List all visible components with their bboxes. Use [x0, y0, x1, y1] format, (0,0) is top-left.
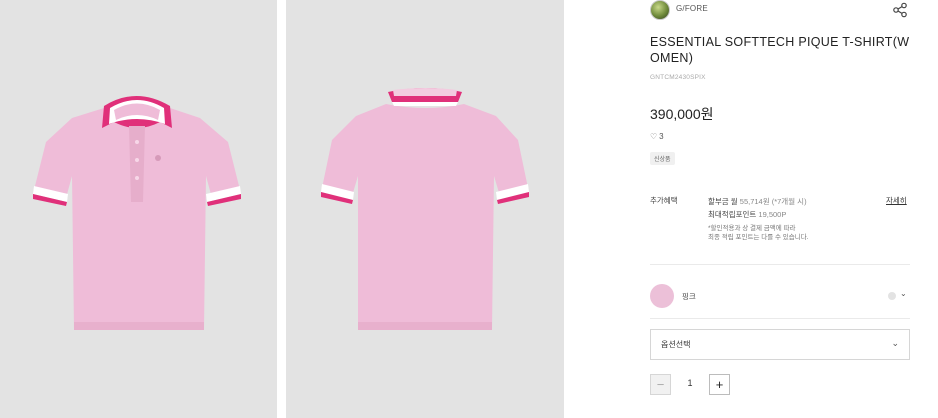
quantity-decrease-button[interactable]: − — [650, 374, 671, 395]
divider — [650, 318, 910, 319]
color-name: 핑크 — [682, 292, 696, 301]
product-code: GNTCM2430SPIX — [650, 74, 706, 81]
divider — [650, 264, 910, 265]
quantity-value: 1 — [687, 378, 693, 388]
product-price: 390,000원 — [650, 106, 714, 122]
option-select-dropdown[interactable]: 옵션선택 ⌄ — [650, 329, 910, 360]
quantity-increase-button[interactable]: + — [709, 374, 730, 395]
installment-prefix: 할부금 월 — [708, 197, 738, 206]
chevron-down-icon[interactable]: ⌄ — [891, 338, 899, 349]
polo-shirt-back-image — [321, 88, 529, 330]
like-count: 3 — [659, 132, 664, 141]
note-line-1: *할인적용과 상 결제 금액에 따라 — [708, 225, 796, 232]
product-title: ESSENTIAL SOFTTECH PIQUE T-SHIRT(WOMEN) — [650, 35, 910, 65]
heart-icon[interactable]: ♡ — [650, 132, 657, 141]
option-select-placeholder: 옵션선택 — [661, 340, 691, 349]
chevron-down-icon[interactable]: ⌄ — [900, 289, 907, 298]
benefits-details: 할부금 월 55,714원 (*7개월 시) 최대적립포인트 19,500P — [708, 195, 878, 221]
installment-value: 55,714원 (*7개월 시) — [739, 197, 807, 206]
polo-shirt-front-image — [33, 96, 241, 330]
benefits-label: 추가혜택 — [650, 196, 678, 205]
like-counter[interactable]: ♡ 3 — [650, 132, 664, 141]
color-dropdown-toggle[interactable]: ⌄ — [888, 289, 910, 302]
points-info: 최대적립포인트 19,500P — [708, 208, 878, 221]
share-icon[interactable] — [892, 2, 908, 18]
brand-row[interactable]: G/FORE — [650, 0, 910, 22]
brand-logo-icon[interactable] — [650, 0, 670, 20]
note-line-2: 최종 적립 포인트는 다를 수 있습니다. — [708, 234, 809, 241]
benefits-note: *할인적용과 상 결제 금액에 따라 최종 적립 포인트는 다를 수 있습니다. — [708, 224, 878, 242]
product-image-front[interactable] — [0, 0, 277, 418]
color-swatch-pink[interactable] — [650, 284, 674, 308]
benefits-detail-link[interactable]: 자세히 — [886, 195, 907, 206]
brand-name[interactable]: G/FORE — [676, 4, 708, 13]
product-image-back[interactable] — [286, 0, 564, 418]
new-product-badge: 신상품 — [650, 152, 675, 165]
points-value: 19,500P — [758, 210, 787, 219]
installment-info: 할부금 월 55,714원 (*7개월 시) — [708, 195, 878, 208]
color-indicator-dot — [888, 292, 896, 300]
points-prefix: 최대적립포인트 — [708, 210, 757, 219]
